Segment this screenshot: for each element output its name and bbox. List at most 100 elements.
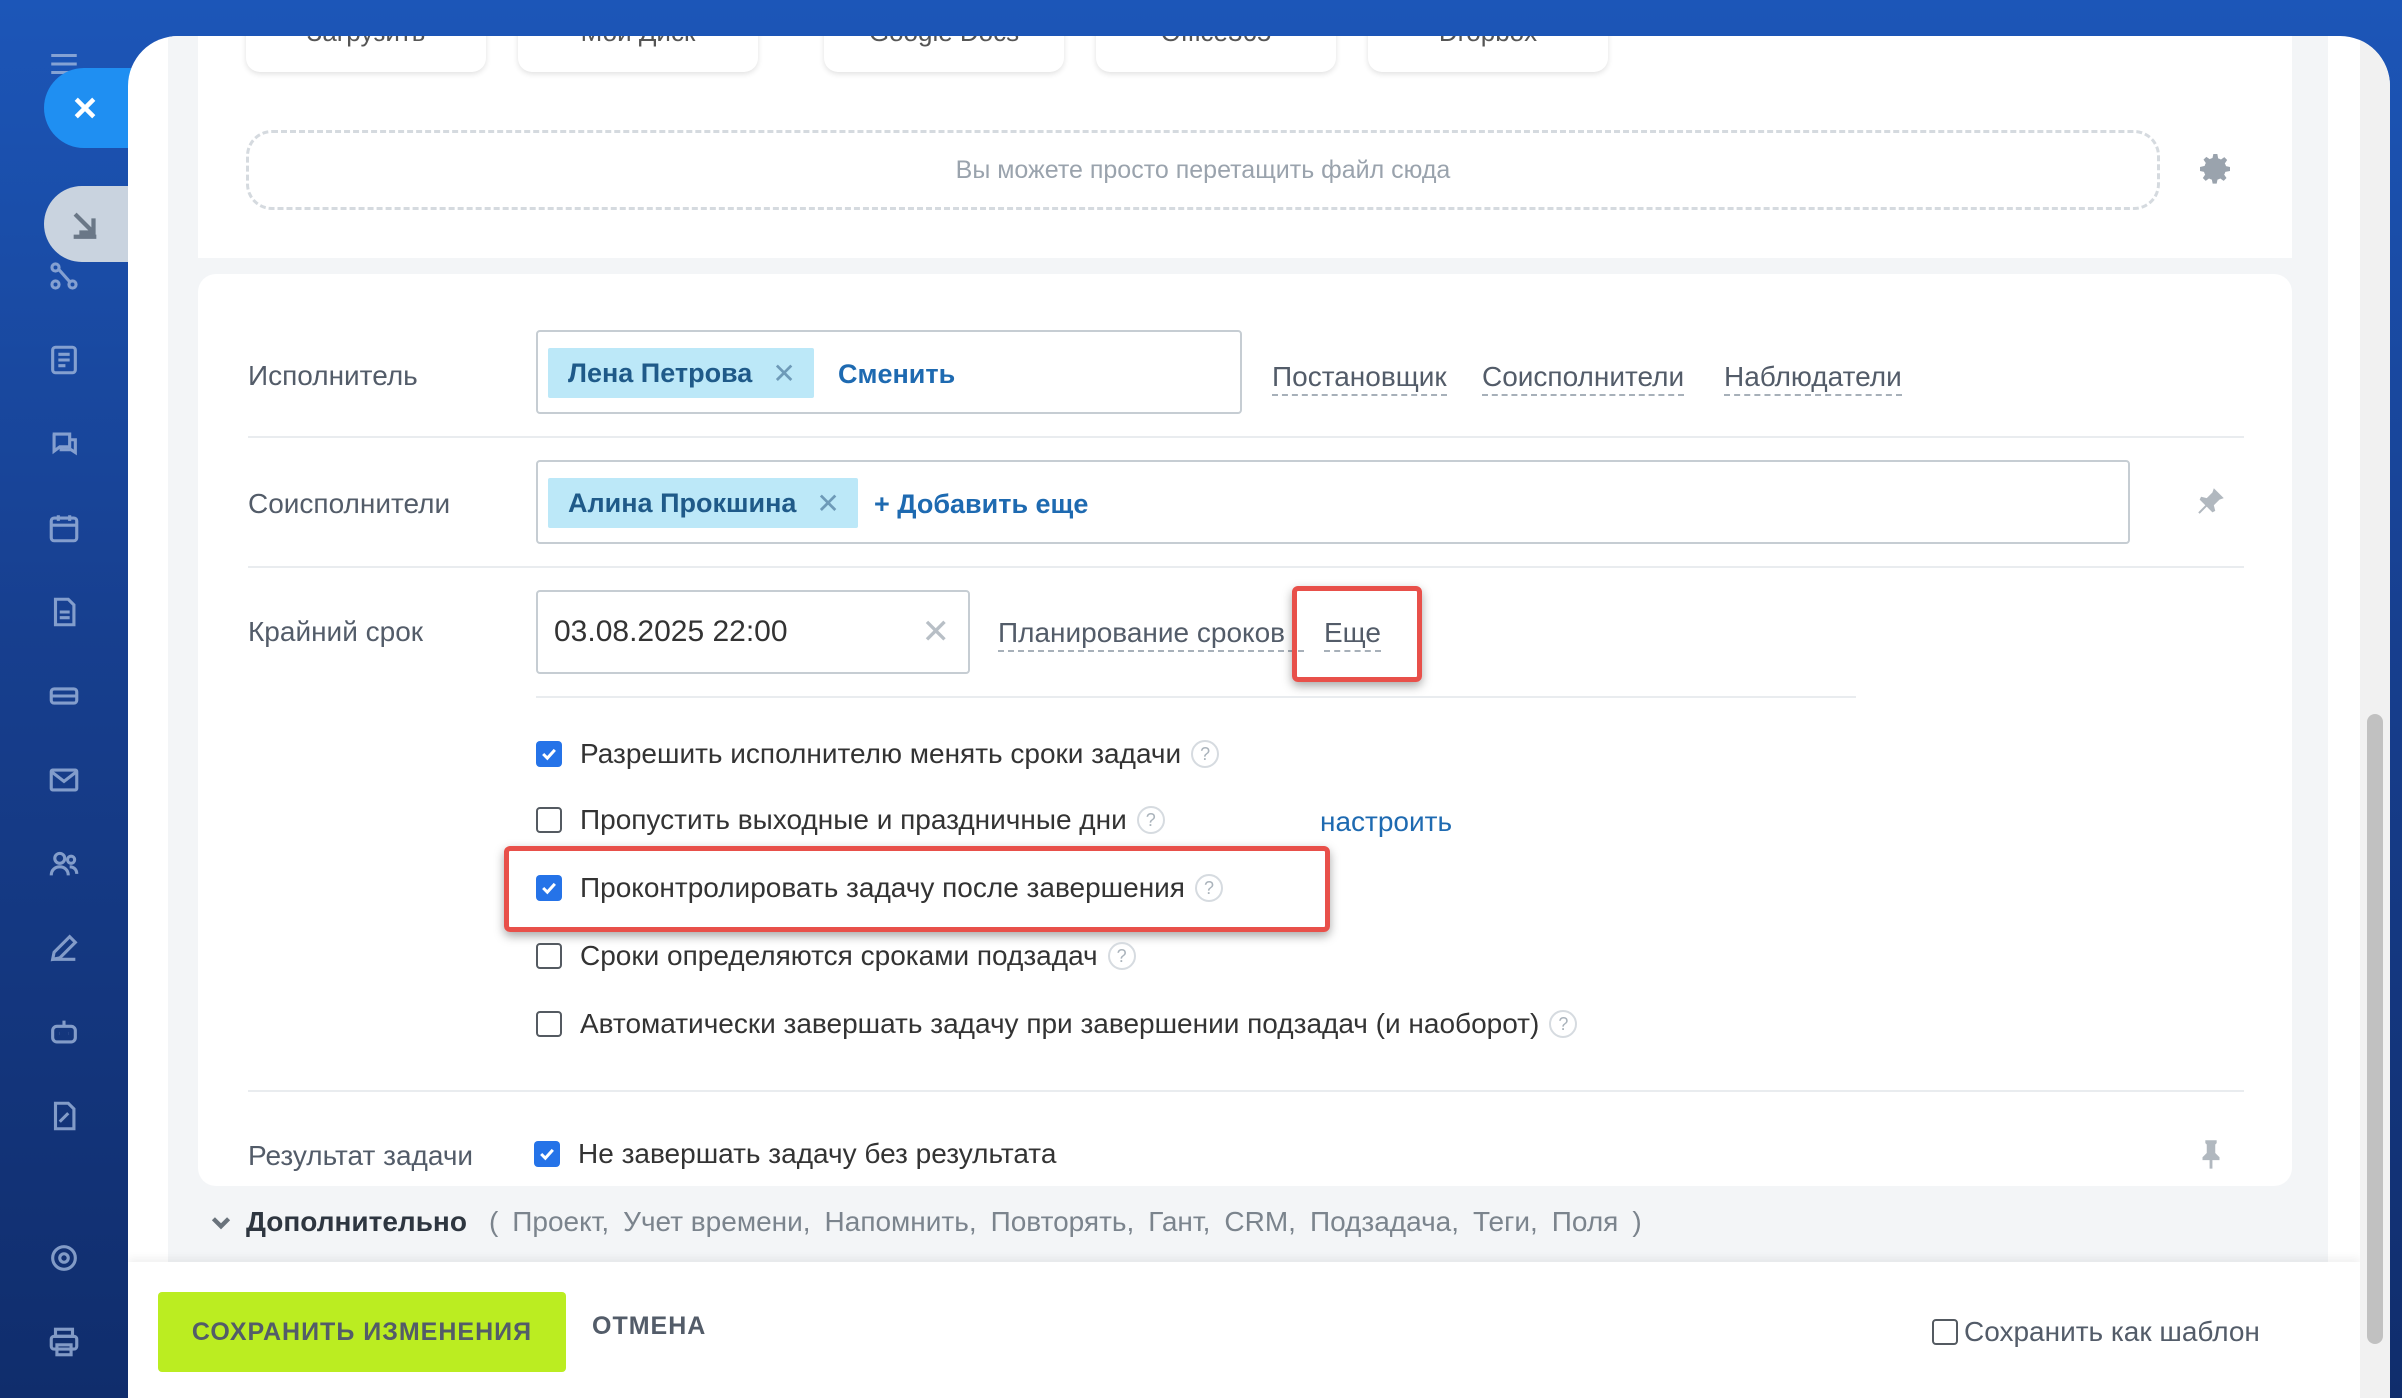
mail-icon[interactable] (40, 756, 88, 804)
option-deadline-from-subtasks[interactable]: Сроки определяются сроками подзадач ? (536, 940, 1136, 972)
checkbox-unchecked[interactable] (1932, 1319, 1958, 1345)
divider (248, 566, 2244, 568)
assignee-chip[interactable]: Лена Петрова ✕ (548, 348, 814, 398)
form-footer: СОХРАНИТЬ ИЗМЕНЕНИЯ ОТМЕНА Сохранить как… (128, 1262, 2360, 1398)
google-docs-button[interactable]: Google Docs (824, 36, 1064, 72)
files-section: Загрузить Мой Диск Google Docs Office365… (198, 36, 2292, 258)
additional-item-subtask[interactable]: Подзадача, (1310, 1206, 1459, 1238)
option-label: Автоматически завершать задачу при завер… (580, 1008, 1540, 1039)
additional-item-crm[interactable]: CRM, (1224, 1206, 1296, 1238)
option-label: Пропустить выходные и праздничные дни (580, 804, 1127, 835)
dropbox-button[interactable]: Dropbox (1368, 36, 1608, 72)
chat-icon[interactable] (40, 420, 88, 468)
help-icon[interactable]: ? (1191, 740, 1220, 768)
additional-item-remind[interactable]: Напомнить, (825, 1206, 977, 1238)
option-allow-change-deadline[interactable]: Разрешить исполнителю менять сроки задач… (536, 738, 1220, 770)
option-require-result[interactable]: Не завершать задачу без результата (534, 1138, 1056, 1170)
option-label: Сроки определяются сроками подзадач (580, 940, 1098, 971)
option-control-after-completion[interactable]: Проконтролировать задачу после завершени… (536, 872, 1223, 904)
additional-close-paren: ) (1632, 1206, 1642, 1237)
divider (248, 1090, 2244, 1092)
additional-open-paren: ( (488, 1206, 499, 1237)
coassignees-label: Соисполнители (248, 488, 451, 519)
settings-icon[interactable] (40, 1234, 88, 1282)
clear-deadline-icon[interactable]: ✕ (922, 592, 951, 672)
pinned-icon[interactable] (2194, 1136, 2228, 1170)
pin-icon[interactable] (2194, 484, 2228, 518)
pencil-icon[interactable] (40, 924, 88, 972)
additional-section-toggle[interactable]: Дополнительно ( Проект, Учет времени, На… (208, 1206, 1656, 1238)
checkbox-checked[interactable] (536, 741, 562, 767)
assignee-chip-name: Лена Петрова (568, 357, 753, 388)
arrow-down-right-icon (73, 212, 97, 239)
file-dropzone[interactable]: Вы можете просто перетащить файл сюда (246, 130, 2160, 210)
users-icon[interactable] (40, 840, 88, 888)
coassignee-chip[interactable]: Алина Прокшина ✕ (548, 478, 858, 528)
divider (536, 696, 1856, 698)
help-icon[interactable]: ? (1194, 874, 1223, 902)
assignee-field[interactable]: Лена Петрова ✕ Сменить (536, 330, 1242, 414)
robot-icon[interactable] (40, 1008, 88, 1056)
task-main-fields: Исполнитель Лена Петрова ✕ Сменить Поста… (198, 274, 2292, 1186)
calendar-icon[interactable] (40, 504, 88, 552)
scrollbar[interactable] (2360, 36, 2390, 1398)
additional-item-repeat[interactable]: Повторять, (991, 1206, 1135, 1238)
option-label: Не завершать задачу без результата (578, 1138, 1057, 1169)
creator-link[interactable]: Постановщик (1272, 360, 1447, 396)
assignee-label: Исполнитель (248, 360, 418, 391)
divider (248, 436, 2244, 438)
edit-document-icon[interactable] (40, 1092, 88, 1140)
additional-item-time[interactable]: Учет времени, (623, 1206, 810, 1238)
upload-button[interactable]: Загрузить (246, 36, 486, 72)
additional-item-fields[interactable]: Поля (1552, 1206, 1619, 1238)
option-skip-weekends[interactable]: Пропустить выходные и праздничные дни ? (536, 804, 1165, 836)
additional-title: Дополнительно (246, 1206, 467, 1237)
highlight-frame-more (1292, 586, 1422, 682)
result-label: Результат задачи (248, 1140, 474, 1171)
gear-icon[interactable] (2195, 149, 2235, 189)
office365-button[interactable]: Office365 (1096, 36, 1336, 72)
printer-icon[interactable] (40, 1318, 88, 1366)
add-coassignee-link[interactable]: + Добавить еще (874, 489, 1088, 520)
coassignees-field[interactable]: Алина Прокшина ✕ + Добавить еще (536, 460, 2130, 544)
remove-coassignee-icon[interactable]: ✕ (816, 487, 839, 520)
drive-icon[interactable] (40, 672, 88, 720)
save-as-template-label: Сохранить как шаблон (1964, 1316, 2260, 1347)
scrollbar-thumb[interactable] (2367, 714, 2383, 1344)
coassignee-chip-name: Алина Прокшина (568, 487, 797, 518)
news-icon[interactable] (40, 336, 88, 384)
flow-icon[interactable] (40, 252, 88, 300)
additional-item-gantt[interactable]: Гант, (1148, 1206, 1210, 1238)
option-auto-complete[interactable]: Автоматически завершать задачу при завер… (536, 1008, 1578, 1040)
configure-link[interactable]: настроить (1320, 806, 1452, 838)
deadline-value: 03.08.2025 22:00 (554, 615, 788, 648)
deadline-input[interactable]: 03.08.2025 22:00 ✕ (536, 590, 970, 674)
save-as-template-option[interactable]: Сохранить как шаблон (1932, 1316, 2260, 1348)
option-label: Разрешить исполнителю менять сроки задач… (580, 738, 1182, 769)
my-drive-button[interactable]: Мой Диск (518, 36, 758, 72)
close-icon (74, 97, 96, 119)
chevron-down-icon (208, 1209, 234, 1235)
save-changes-button[interactable]: СОХРАНИТЬ ИЗМЕНЕНИЯ (158, 1292, 566, 1372)
additional-item-project[interactable]: Проект, (512, 1206, 609, 1238)
cancel-button[interactable]: ОТМЕНА (592, 1312, 706, 1341)
deadline-label: Крайний срок (248, 616, 424, 647)
help-icon[interactable]: ? (1136, 806, 1165, 834)
additional-item-tags[interactable]: Теги, (1473, 1206, 1538, 1238)
checkbox-checked[interactable] (534, 1141, 560, 1167)
coassignees-link[interactable]: Соисполнители (1482, 360, 1685, 396)
task-edit-slider: Загрузить Мой Диск Google Docs Office365… (128, 36, 2390, 1398)
document-icon[interactable] (40, 588, 88, 636)
change-assignee-link[interactable]: Сменить (838, 359, 955, 390)
deadline-planning-link[interactable]: Планирование сроков (998, 616, 1304, 652)
checkbox-unchecked[interactable] (536, 807, 562, 833)
observers-link[interactable]: Наблюдатели (1724, 360, 1902, 396)
checkbox-unchecked[interactable] (536, 1011, 562, 1037)
left-sidebar (0, 0, 144, 1398)
checkbox-checked[interactable] (536, 875, 562, 901)
option-label: Проконтролировать задачу после завершени… (580, 872, 1185, 903)
help-icon[interactable]: ? (1549, 1010, 1578, 1038)
checkbox-unchecked[interactable] (536, 943, 562, 969)
remove-assignee-icon[interactable]: ✕ (772, 357, 795, 390)
help-icon[interactable]: ? (1107, 942, 1136, 970)
